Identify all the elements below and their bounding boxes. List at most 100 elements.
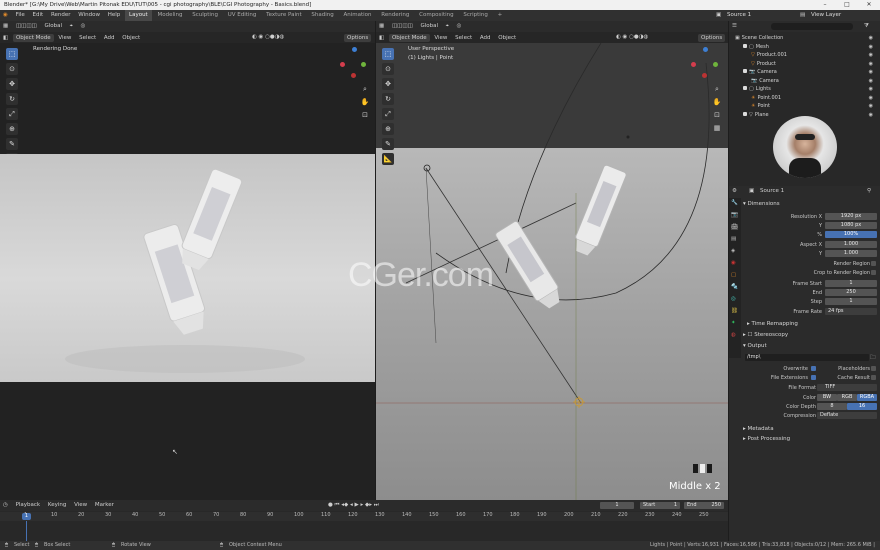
dimensions-panel-header[interactable]: ▾ Dimensions [743, 200, 780, 209]
object-tab-icon[interactable]: ▢ [731, 272, 736, 278]
rotate-icon[interactable]: ↻ [6, 93, 18, 105]
post-processing-header[interactable]: ▸ Post Processing [743, 435, 790, 444]
options-button[interactable]: Options [698, 33, 726, 42]
scene-name[interactable]: Source 1 [727, 10, 751, 21]
select-mode-icons[interactable]: ◫◫◫◫ [389, 21, 416, 32]
menu-select[interactable]: Select [76, 33, 99, 44]
pin-icon[interactable]: ⚲ [867, 186, 871, 197]
cursor-icon[interactable]: ⊙ [382, 63, 394, 75]
menu-marker[interactable]: Marker [92, 500, 117, 511]
properties-type-icon[interactable]: ⚙ [729, 186, 740, 197]
menu-keying[interactable]: Keying [45, 500, 69, 511]
color-bw-button[interactable]: BW [817, 394, 837, 401]
menu-object[interactable]: Object [119, 33, 143, 44]
menu-object[interactable]: Object [495, 33, 519, 44]
overwrite-checkbox[interactable] [811, 366, 816, 371]
visibility-eye-icon[interactable]: ◉ [869, 111, 873, 119]
tab-shading[interactable]: Shading [307, 10, 337, 21]
select-mode-icons[interactable]: ◫◫◫◫ [13, 21, 40, 32]
select-box-icon[interactable]: ⬚ [6, 48, 18, 60]
mode-select[interactable]: Object Mode [388, 33, 430, 42]
tab-compositing[interactable]: Compositing [415, 10, 457, 21]
menu-playback[interactable]: Playback [13, 500, 44, 511]
gizmo-y[interactable] [361, 62, 366, 67]
timeline-ruler[interactable]: 1102030405060708090100110120130140150160… [0, 512, 728, 521]
close-icon[interactable]: ✕ [858, 0, 880, 10]
measure-icon[interactable]: 📐 [382, 153, 394, 165]
proportional-icon[interactable]: ◎ [454, 21, 465, 32]
cache-result-checkbox[interactable] [871, 375, 876, 380]
gizmo-neg[interactable] [702, 73, 707, 78]
pan-hand-icon[interactable]: ✋ [712, 97, 722, 107]
move-icon[interactable]: ✥ [6, 78, 18, 90]
crop-region-checkbox[interactable] [871, 270, 876, 275]
color-rgba-button[interactable]: RGBA [857, 394, 877, 401]
depth-8-button[interactable]: 8 [817, 403, 847, 410]
menu-timeline-view[interactable]: View [71, 500, 90, 511]
gizmo-y[interactable] [713, 62, 718, 67]
visibility-eye-icon[interactable]: ◉ [869, 102, 873, 110]
current-frame-field[interactable]: 1 [600, 502, 634, 509]
frame-rate-select[interactable]: 24 fps [825, 308, 877, 315]
color-rgb-button[interactable]: RGB [837, 394, 857, 401]
constraint-tab-icon[interactable]: ⛓ [731, 308, 738, 314]
visibility-eye-icon[interactable]: ◉ [869, 43, 873, 51]
editor-type-icon[interactable]: ▦ [0, 21, 11, 32]
rotate-icon[interactable]: ↻ [382, 93, 394, 105]
gizmo-x[interactable] [340, 62, 345, 67]
snap-icon[interactable]: ⌖ [443, 21, 452, 32]
physics-tab-icon[interactable]: ◎ [731, 296, 736, 302]
output-tab-icon[interactable]: 🖨 [731, 224, 738, 230]
tab-layout[interactable]: Layout [125, 10, 152, 21]
camera-view-icon[interactable]: ⊡ [712, 110, 722, 120]
end-frame-field[interactable]: End 250 [684, 502, 724, 509]
outliner-row[interactable]: 📷 Camera ◉ [751, 77, 875, 85]
snap-icon[interactable]: ⌖ [67, 21, 76, 32]
menu-view[interactable]: View [55, 33, 74, 44]
resolution-x-field[interactable]: 1920 px [825, 213, 877, 220]
select-box-icon[interactable]: ⬚ [382, 48, 394, 60]
visibility-eye-icon[interactable]: ◉ [869, 85, 873, 93]
proportional-icon[interactable]: ◎ [78, 21, 89, 32]
tab-texture-paint[interactable]: Texture Paint [262, 10, 306, 21]
menu-window[interactable]: Window [75, 10, 103, 21]
tab-sculpting[interactable]: Sculpting [188, 10, 222, 21]
shading-icons[interactable]: ◐ ◉ ○●◑◍ [616, 32, 648, 43]
outliner-search-input[interactable] [771, 23, 853, 30]
view-layer-tab-icon[interactable]: ▤ [731, 236, 736, 242]
outliner-row[interactable]: ☀ Point ◉ [751, 102, 875, 110]
menu-edit[interactable]: Edit [30, 10, 47, 21]
transform-orientation[interactable]: Global [42, 21, 66, 32]
outliner-row[interactable]: ▽ Product ◉ [751, 60, 875, 68]
visibility-eye-icon[interactable]: ◉ [869, 94, 873, 102]
options-button[interactable]: Options [344, 33, 372, 42]
scene-icon[interactable]: ▣ [716, 10, 721, 21]
frame-end-field[interactable]: 250 [825, 289, 877, 296]
scale-icon[interactable]: ⤢ [6, 108, 18, 120]
scale-icon[interactable]: ⤢ [382, 108, 394, 120]
tool-tab-icon[interactable]: 🔧 [731, 200, 738, 206]
transform-orientation[interactable]: Global [418, 21, 442, 32]
scene-tab-icon[interactable]: ◈ [731, 248, 735, 254]
gizmo-neg[interactable] [351, 73, 356, 78]
menu-select[interactable]: Select [452, 33, 475, 44]
outliner-row[interactable]: ▽ Product.001 ◉ [751, 51, 875, 59]
outliner-row[interactable]: 📷 Camera ◉ [743, 68, 875, 76]
menu-file[interactable]: File [13, 10, 28, 21]
gizmo-x[interactable] [691, 62, 696, 67]
editor-type-icon[interactable]: ▦ [376, 21, 387, 32]
outliner-row[interactable]: ▢ Mesh ◉ [743, 43, 875, 51]
minimize-icon[interactable]: – [814, 0, 836, 10]
compression-select[interactable]: Deflate [817, 412, 877, 419]
tab-scripting[interactable]: Scripting [459, 10, 491, 21]
visibility-eye-icon[interactable]: ◉ [869, 60, 873, 68]
world-tab-icon[interactable]: ◉ [731, 260, 736, 266]
tab-rendering[interactable]: Rendering [377, 10, 413, 21]
view-layer-icon[interactable]: ▤ [800, 10, 805, 21]
tab-modeling[interactable]: Modeling [153, 10, 186, 21]
aspect-x-field[interactable]: 1.000 [825, 241, 877, 248]
resolution-pct-field[interactable]: 100% [825, 231, 877, 238]
menu-render[interactable]: Render [48, 10, 74, 21]
collection-checkbox[interactable] [743, 86, 747, 90]
frame-start-field[interactable]: 1 [825, 280, 877, 287]
